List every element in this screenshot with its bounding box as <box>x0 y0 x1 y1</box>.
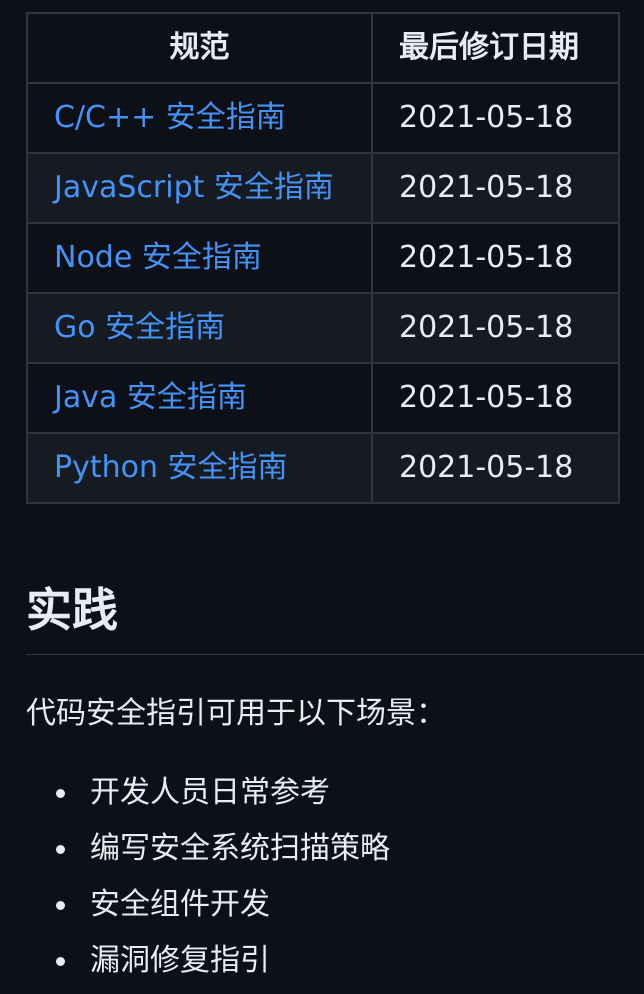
spec-table: 规范 最后修订日期 C/C++ 安全指南 2021-05-18 JavaScri… <box>26 12 620 504</box>
table-row: Java 安全指南 2021-05-18 <box>26 362 620 434</box>
spec-cell: Java 安全指南 <box>26 362 373 434</box>
spec-link-cpp[interactable]: C/C++ 安全指南 <box>54 100 286 135</box>
table-row: Node 安全指南 2021-05-18 <box>26 222 620 294</box>
bullet-icon <box>56 901 65 910</box>
date-cell: 2021-05-18 <box>371 222 620 294</box>
column-header-last-revised: 最后修订日期 <box>371 12 620 84</box>
spec-link-python[interactable]: Python 安全指南 <box>54 450 288 485</box>
bullet-icon <box>56 957 65 966</box>
date-cell: 2021-05-18 <box>371 362 620 434</box>
bullet-icon <box>56 845 65 854</box>
list-item: 编写安全系统扫描策略 <box>26 826 390 882</box>
spec-link-java[interactable]: Java 安全指南 <box>54 380 247 415</box>
spec-cell: Node 安全指南 <box>26 222 373 294</box>
date-cell: 2021-05-18 <box>371 292 620 364</box>
list-item-text: 开发人员日常参考 <box>90 775 330 810</box>
bullet-icon <box>56 789 65 798</box>
list-item-text: 漏洞修复指引 <box>90 943 270 978</box>
spec-cell: Go 安全指南 <box>26 292 373 364</box>
column-header-spec: 规范 <box>26 12 373 84</box>
spec-link-go[interactable]: Go 安全指南 <box>54 310 225 345</box>
list-item-text: 编写安全系统扫描策略 <box>90 831 390 866</box>
practice-heading: 实践 <box>26 583 118 637</box>
spec-cell: JavaScript 安全指南 <box>26 152 373 224</box>
spec-cell: Python 安全指南 <box>26 432 373 504</box>
date-cell: 2021-05-18 <box>371 152 620 224</box>
heading-divider <box>26 654 644 655</box>
list-item-text: 安全组件开发 <box>90 887 270 922</box>
practice-intro: 代码安全指引可用于以下场景： <box>26 696 446 731</box>
table-header-row: 规范 最后修订日期 <box>26 12 620 84</box>
table-row: Go 安全指南 2021-05-18 <box>26 292 620 364</box>
spec-cell: C/C++ 安全指南 <box>26 82 373 154</box>
date-cell: 2021-05-18 <box>371 432 620 504</box>
list-item: 安全组件开发 <box>26 882 390 938</box>
date-cell: 2021-05-18 <box>371 82 620 154</box>
table-row: JavaScript 安全指南 2021-05-18 <box>26 152 620 224</box>
scenario-list: 开发人员日常参考 编写安全系统扫描策略 安全组件开发 漏洞修复指引 <box>26 770 390 994</box>
list-item: 漏洞修复指引 <box>26 938 390 994</box>
spec-link-node[interactable]: Node 安全指南 <box>54 240 262 275</box>
table-row: C/C++ 安全指南 2021-05-18 <box>26 82 620 154</box>
table-row: Python 安全指南 2021-05-18 <box>26 432 620 504</box>
list-item: 开发人员日常参考 <box>26 770 390 826</box>
spec-link-javascript[interactable]: JavaScript 安全指南 <box>54 170 334 205</box>
